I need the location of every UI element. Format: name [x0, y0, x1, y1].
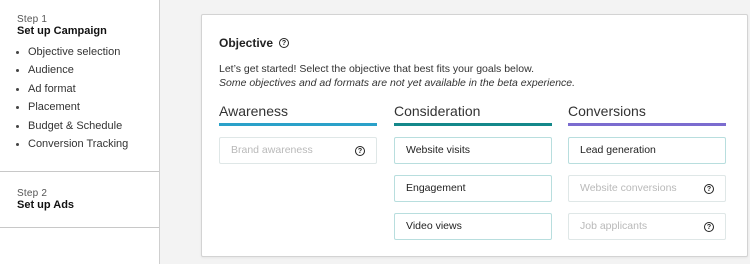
awareness-accent-bar: [219, 123, 377, 126]
campaign-steps-sidebar: Step 1 Set up Campaign Objective selecti…: [0, 0, 160, 264]
substep-budget-schedule[interactable]: Budget & Schedule: [16, 120, 128, 138]
consideration-column: Consideration Website visits Engagement …: [394, 102, 552, 240]
objective-heading: Objective ?: [219, 36, 290, 50]
conversions-accent-bar: [568, 123, 726, 126]
option-label: Video views: [406, 220, 462, 232]
beta-note: Some objectives and ad formats are not y…: [219, 76, 576, 89]
substep-placement[interactable]: Placement: [16, 101, 128, 119]
awareness-column: Awareness Brand awareness ?: [219, 102, 377, 164]
option-label: Website visits: [406, 144, 470, 156]
conversions-column: Conversions Lead generation Website conv…: [568, 102, 726, 240]
help-icon[interactable]: ?: [279, 38, 290, 48]
option-label: Lead generation: [580, 144, 656, 156]
objective-panel: Objective ? Let’s get started! Select th…: [201, 14, 748, 257]
consideration-accent-bar: [394, 123, 552, 126]
option-label: Website conversions: [580, 182, 677, 194]
step-1-section[interactable]: Step 1 Set up Campaign Objective selecti…: [0, 0, 159, 172]
option-video-views[interactable]: Video views: [394, 213, 552, 240]
help-icon[interactable]: ?: [355, 146, 365, 156]
option-lead-generation[interactable]: Lead generation: [568, 137, 726, 164]
step-2-label: Step 2: [17, 188, 48, 199]
option-website-visits[interactable]: Website visits: [394, 137, 552, 164]
intro-text: Let’s get started! Select the objective …: [219, 63, 534, 75]
awareness-heading: Awareness: [219, 103, 289, 119]
option-engagement[interactable]: Engagement: [394, 175, 552, 202]
help-icon[interactable]: ?: [704, 222, 714, 232]
substep-objective-selection[interactable]: Objective selection: [16, 46, 128, 64]
conversions-heading: Conversions: [568, 103, 646, 119]
option-website-conversions: Website conversions ?: [568, 175, 726, 202]
option-job-applicants: Job applicants ?: [568, 213, 726, 240]
consideration-heading: Consideration: [394, 103, 481, 119]
step-1-substeps: Objective selection Audience Ad format P…: [16, 46, 128, 156]
substep-audience[interactable]: Audience: [16, 64, 128, 82]
step-1-title[interactable]: Set up Campaign: [17, 25, 107, 37]
option-label: Engagement: [406, 182, 466, 194]
objective-intro: Let’s get started! Select the objective …: [219, 63, 575, 90]
help-icon[interactable]: ?: [704, 184, 714, 194]
step-2-title[interactable]: Set up Ads: [17, 199, 74, 211]
substep-conversion-tracking[interactable]: Conversion Tracking: [16, 138, 128, 156]
option-label: Brand awareness: [231, 144, 313, 156]
option-brand-awareness: Brand awareness ?: [219, 137, 377, 164]
option-label: Job applicants: [580, 220, 648, 232]
step-2-section[interactable]: Step 2 Set up Ads: [0, 172, 159, 228]
objective-title: Objective: [219, 36, 274, 50]
substep-ad-format[interactable]: Ad format: [16, 83, 128, 101]
step-1-label: Step 1: [17, 14, 48, 25]
